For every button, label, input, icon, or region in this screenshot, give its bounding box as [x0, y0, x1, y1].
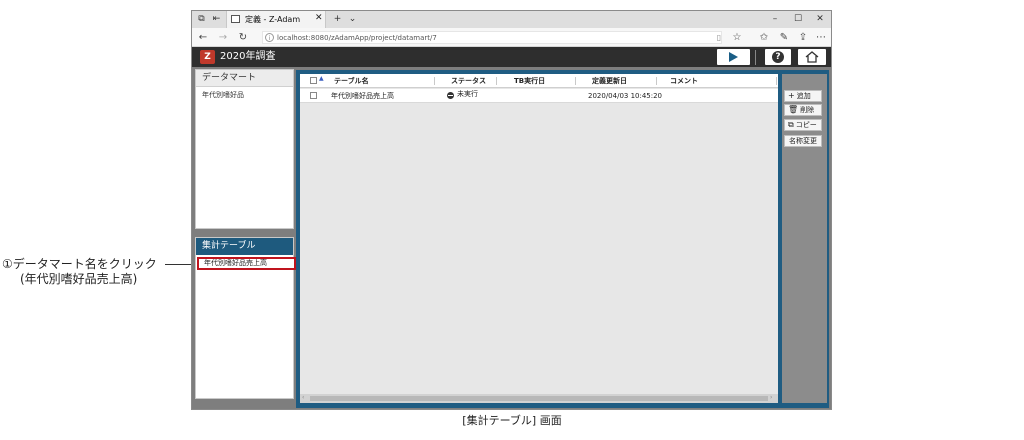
tab-title: 定義 - Z-Adam [245, 15, 301, 24]
more-icon[interactable]: ⋯ [814, 31, 828, 44]
copy-icon: ⧉ [788, 120, 794, 129]
new-tab-icon[interactable]: + [332, 14, 343, 24]
browser-tab[interactable]: 定義 - Z-Adam ✕ [226, 11, 326, 28]
datamart-item[interactable]: 年代別嗜好品 [202, 90, 244, 100]
chevron-down-icon[interactable]: ⌄ [347, 14, 358, 24]
home-button[interactable] [798, 49, 826, 65]
app-logo: Z [200, 50, 215, 64]
column-divider[interactable] [776, 77, 777, 85]
column-divider[interactable] [496, 77, 497, 85]
annotation-line [165, 264, 191, 265]
horizontal-scrollbar[interactable]: ‹ › [300, 394, 778, 403]
delete-label: 削除 [800, 106, 815, 114]
refresh-icon[interactable]: ↻ [236, 31, 250, 44]
sort-asc-icon[interactable]: ▲ [319, 75, 324, 82]
figure-caption: [集計テーブル] 画面 [462, 414, 562, 427]
cell-status: 未実行 [457, 90, 478, 98]
row-checkbox[interactable] [310, 92, 317, 99]
help-button[interactable]: ? [765, 49, 791, 65]
plus-icon: + [788, 91, 795, 100]
column-divider[interactable] [575, 77, 576, 85]
play-icon [729, 52, 738, 62]
col-table-name[interactable]: テーブル名 [334, 74, 369, 88]
column-divider[interactable] [434, 77, 435, 85]
scroll-right-icon[interactable]: › [770, 394, 772, 401]
copy-button[interactable]: ⧉ コピー [784, 119, 822, 131]
grid-header: ▲ テーブル名 ステータス TB実行日 定義更新日 コメント [300, 74, 778, 88]
back-icon[interactable]: ← [196, 31, 210, 44]
datamart-header: データマート [196, 70, 293, 87]
add-button[interactable]: + 追加 [784, 90, 822, 102]
rename-label: 名称変更 [789, 137, 817, 145]
favorite-star-icon[interactable]: ☆ [730, 31, 744, 44]
help-icon: ? [772, 51, 784, 63]
maximize-icon[interactable]: ☐ [787, 13, 809, 26]
table-row[interactable]: 年代別嗜好品売上高 未実行 2020/04/03 10:45:20 [300, 89, 778, 103]
minimize-icon[interactable]: – [764, 13, 786, 26]
column-divider[interactable] [656, 77, 657, 85]
not-run-icon [447, 92, 454, 99]
forward-icon[interactable]: → [216, 31, 230, 44]
datamart-panel: データマート 年代別嗜好品 [195, 69, 294, 229]
app-header: Z 2020年調査 ? [192, 47, 831, 67]
select-all-checkbox[interactable] [310, 77, 317, 84]
header-divider [755, 50, 756, 65]
scroll-left-icon[interactable]: ‹ [302, 394, 304, 401]
share-icon[interactable]: ⇪ [796, 31, 810, 44]
notes-icon[interactable]: ✎ [777, 31, 791, 44]
cell-table-name: 年代別嗜好品売上高 [331, 92, 394, 100]
annotation-subtext: (年代別嗜好品売上高) [20, 272, 138, 286]
scrollbar-thumb[interactable] [310, 396, 768, 401]
browser-window: ⧉ ⇤ 定義 - Z-Adam ✕ + ⌄ – ☐ ✕ ← → ↻ i loca… [191, 10, 832, 410]
add-label: 追加 [796, 92, 811, 100]
main-area: データマート 年代別嗜好品 集計テーブル 年代別嗜好品売上高 ▲ テーブル名 ス… [192, 67, 831, 409]
title-bar: ⧉ ⇤ 定義 - Z-Adam ✕ + ⌄ – ☐ ✕ [192, 11, 831, 28]
status-dot-bar [448, 95, 453, 96]
action-sidebar: + 追加 🗑 削除 ⧉ コピー 名称変更 [782, 74, 827, 403]
rename-button[interactable]: 名称変更 [784, 135, 822, 147]
copy-label: コピー [795, 121, 817, 129]
annotation-text: ①データマート名をクリック [2, 257, 157, 271]
run-button[interactable] [717, 49, 750, 65]
reading-view-icon[interactable]: ▯ [712, 31, 726, 44]
back-tabs-icon[interactable]: ⇤ [211, 14, 222, 24]
cell-updated: 2020/04/03 10:45:20 [588, 92, 663, 100]
col-comment[interactable]: コメント [670, 74, 698, 88]
agg-table-panel: 集計テーブル 年代別嗜好品売上高 [195, 237, 296, 399]
url-text: localhost:8080/zAdamApp/project/datamart… [277, 34, 437, 42]
col-updated[interactable]: 定義更新日 [592, 74, 627, 88]
home-icon [805, 51, 819, 63]
col-status[interactable]: ステータス [451, 74, 486, 88]
trash-icon: 🗑 [788, 105, 799, 114]
close-window-icon[interactable]: ✕ [809, 13, 831, 26]
project-title: 2020年調査 [220, 51, 276, 62]
agg-table-header: 集計テーブル [196, 238, 293, 255]
url-field[interactable]: i localhost:8080/zAdamApp/project/datama… [262, 31, 722, 44]
col-tb-exec[interactable]: TB実行日 [514, 74, 545, 88]
delete-button[interactable]: 🗑 削除 [784, 104, 822, 116]
table-frame: ▲ テーブル名 ステータス TB実行日 定義更新日 コメント 年代別嗜好品売上高 [296, 70, 829, 408]
agg-table-item[interactable]: 年代別嗜好品売上高 [197, 257, 296, 270]
info-icon: i [265, 33, 274, 42]
favorites-icon[interactable]: ✩ [757, 31, 771, 44]
address-bar: ← → ↻ i localhost:8080/zAdamApp/project/… [192, 28, 831, 47]
table-grid: ▲ テーブル名 ステータス TB実行日 定義更新日 コメント 年代別嗜好品売上高 [300, 74, 778, 403]
page-icon [231, 15, 240, 23]
tab-manager-icon[interactable]: ⧉ [196, 14, 207, 24]
close-tab-icon[interactable]: ✕ [315, 13, 323, 23]
